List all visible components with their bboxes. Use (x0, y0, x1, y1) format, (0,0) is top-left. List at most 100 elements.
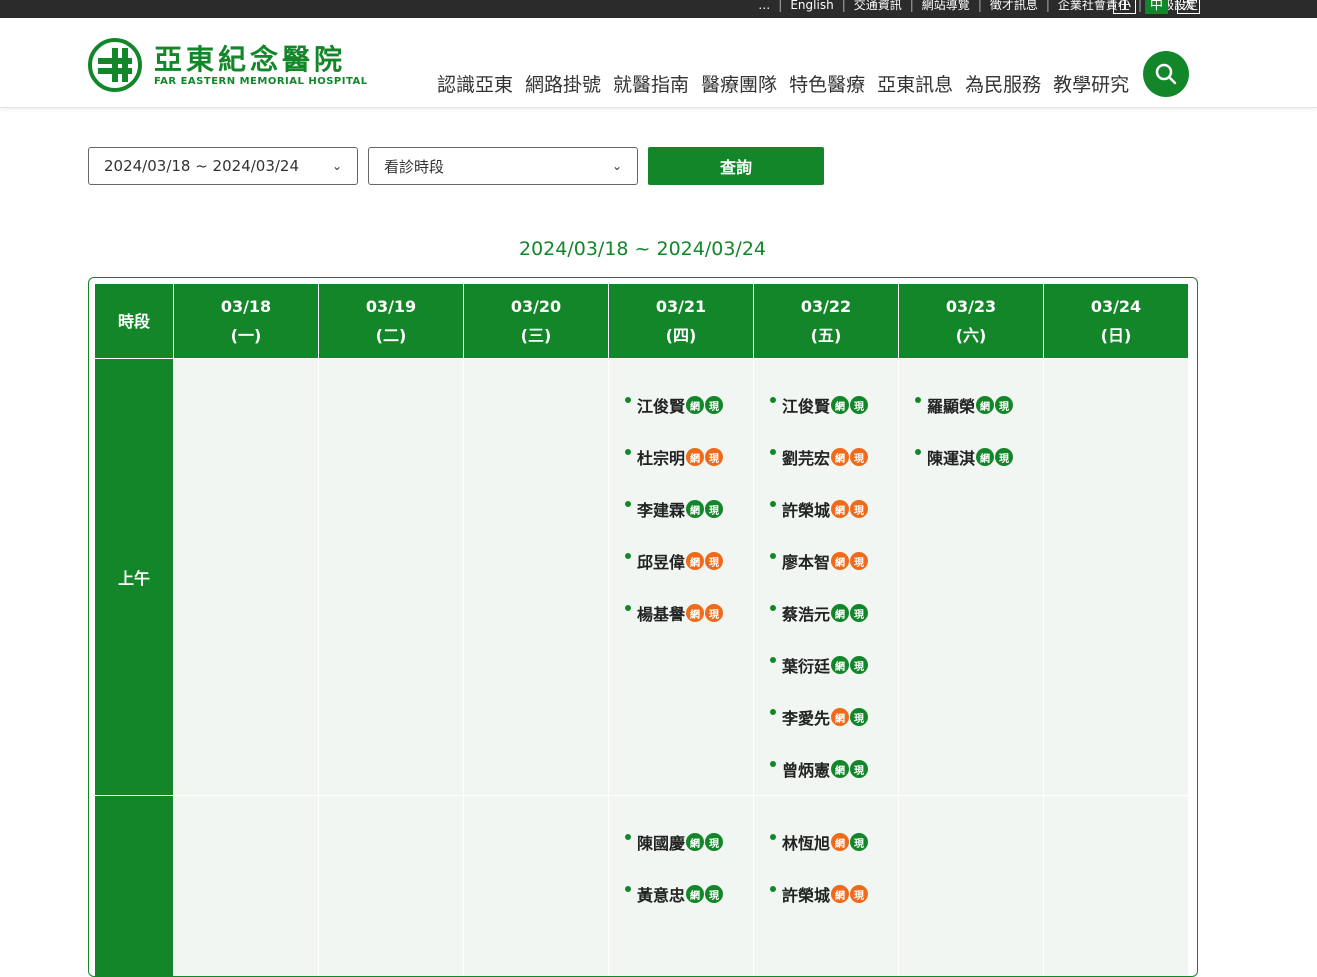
doctor-entry[interactable]: 蔡浩元網現 (770, 587, 898, 639)
nav-item[interactable]: 亞東訊息 (877, 70, 953, 97)
onsite-registration-badge[interactable]: 現 (995, 448, 1014, 466)
online-registration-badge[interactable]: 網 (831, 656, 850, 674)
nav-item[interactable]: 特色醫療 (789, 70, 865, 97)
doctor-name[interactable]: 許榮城 (782, 882, 830, 906)
onsite-registration-badge[interactable]: 現 (850, 885, 869, 903)
nav-item[interactable]: 為民服務 (965, 70, 1041, 97)
doctor-name[interactable]: 葉衍廷 (782, 653, 830, 677)
font-size-button[interactable]: 中 (1145, 0, 1168, 14)
doctor-entry[interactable]: 劉芫宏網現 (770, 431, 898, 483)
doctor-entry[interactable]: 葉衍廷網現 (770, 639, 898, 691)
onsite-registration-badge[interactable]: 現 (705, 500, 724, 518)
doctor-entry[interactable]: 江俊賢網現 (625, 379, 753, 431)
onsite-registration-badge[interactable]: 現 (850, 708, 869, 726)
doctor-entry[interactable]: 廖本智網現 (770, 535, 898, 587)
online-registration-badge[interactable]: 網 (686, 552, 705, 570)
doctor-entry[interactable]: 曾炳憲網現 (770, 743, 898, 795)
onsite-registration-badge[interactable]: 現 (705, 552, 724, 570)
doctor-entry[interactable]: 陳運淇網現 (915, 431, 1043, 483)
doctor-entry[interactable]: 陳國慶網現 (625, 816, 753, 868)
online-registration-badge[interactable]: 網 (831, 604, 850, 622)
search-button[interactable] (1143, 51, 1189, 97)
onsite-registration-badge[interactable]: 現 (850, 656, 869, 674)
doctor-entry[interactable]: 許榮城網現 (770, 868, 898, 920)
online-registration-badge[interactable]: 網 (831, 552, 850, 570)
doctor-name[interactable]: 劉芫宏 (782, 445, 830, 469)
doctor-name[interactable]: 曾炳憲 (782, 757, 830, 781)
online-registration-badge[interactable]: 網 (831, 833, 850, 851)
doctor-name[interactable]: 李建霖 (637, 497, 685, 521)
online-registration-badge[interactable]: 網 (831, 500, 850, 518)
online-registration-badge[interactable]: 網 (976, 396, 995, 414)
doctor-name[interactable]: 陳運淇 (927, 445, 975, 469)
onsite-registration-badge[interactable]: 現 (705, 833, 724, 851)
utility-link[interactable]: … (758, 0, 770, 12)
doctor-name[interactable]: 李愛先 (782, 705, 830, 729)
onsite-registration-badge[interactable]: 現 (850, 396, 869, 414)
doctor-name[interactable]: 蔡浩元 (782, 601, 830, 625)
utility-link[interactable]: English (790, 0, 833, 12)
utility-link[interactable]: 交通資訊 (854, 0, 902, 13)
period-select[interactable]: 看診時段 ⌄ (368, 147, 638, 185)
onsite-registration-badge[interactable]: 現 (995, 396, 1014, 414)
nav-item[interactable]: 教學研究 (1053, 70, 1129, 97)
doctor-entry[interactable]: 江俊賢網現 (770, 379, 898, 431)
online-registration-badge[interactable]: 網 (686, 396, 705, 414)
utility-link[interactable]: 徵才訊息 (990, 0, 1038, 13)
nav-item[interactable]: 醫療團隊 (701, 70, 777, 97)
doctor-name[interactable]: 杜宗明 (637, 445, 685, 469)
utility-link[interactable]: 網站導覽 (922, 0, 970, 13)
font-size-button[interactable]: 小 (1113, 0, 1136, 14)
doctor-name[interactable]: 黃意忠 (637, 882, 685, 906)
doctor-entry[interactable]: 許榮城網現 (770, 483, 898, 535)
doctor-entry[interactable]: 羅顯榮網現 (915, 379, 1043, 431)
onsite-registration-badge[interactable]: 現 (850, 833, 869, 851)
query-button[interactable]: 查詢 (648, 147, 824, 185)
doctor-name[interactable]: 廖本智 (782, 549, 830, 573)
doctor-name[interactable]: 江俊賢 (637, 393, 685, 417)
schedule-row: 陳國慶網現黃意忠網現林恆旭網現許榮城網現 (95, 796, 1188, 976)
onsite-registration-badge[interactable]: 現 (850, 500, 869, 518)
nav-item[interactable]: 認識亞東 (437, 70, 513, 97)
onsite-registration-badge[interactable]: 現 (705, 885, 724, 903)
doctor-name[interactable]: 楊基譽 (637, 601, 685, 625)
nav-item[interactable]: 網路掛號 (525, 70, 601, 97)
online-registration-badge[interactable]: 網 (831, 885, 850, 903)
doctor-entry[interactable]: 李建霖網現 (625, 483, 753, 535)
online-registration-badge[interactable]: 網 (831, 760, 850, 778)
hospital-logo[interactable]: 亞東紀念醫院 FAR EASTERN MEMORIAL HOSPITAL (88, 38, 368, 92)
day-weekday: (六) (955, 326, 987, 345)
online-registration-badge[interactable]: 網 (686, 604, 705, 622)
nav-item[interactable]: 就醫指南 (613, 70, 689, 97)
onsite-registration-badge[interactable]: 現 (850, 760, 869, 778)
doctor-name[interactable]: 陳國慶 (637, 830, 685, 854)
online-registration-badge[interactable]: 網 (831, 448, 850, 466)
doctor-entry[interactable]: 楊基譽網現 (625, 587, 753, 639)
onsite-registration-badge[interactable]: 現 (705, 448, 724, 466)
onsite-registration-badge[interactable]: 現 (850, 604, 869, 622)
onsite-registration-badge[interactable]: 現 (705, 396, 724, 414)
doctor-name[interactable]: 邱昱偉 (637, 549, 685, 573)
doctor-entry[interactable]: 杜宗明網現 (625, 431, 753, 483)
week-select[interactable]: 2024/03/18 ~ 2024/03/24 ⌄ (88, 147, 358, 185)
doctor-name[interactable]: 許榮城 (782, 497, 830, 521)
doctor-entry[interactable]: 黃意忠網現 (625, 868, 753, 920)
font-size-button[interactable]: 大 (1177, 0, 1200, 14)
online-registration-badge[interactable]: 網 (831, 708, 850, 726)
doctor-name[interactable]: 林恆旭 (782, 830, 830, 854)
online-registration-badge[interactable]: 網 (686, 833, 705, 851)
online-registration-badge[interactable]: 網 (686, 500, 705, 518)
online-registration-badge[interactable]: 網 (831, 396, 850, 414)
logo-english-name: FAR EASTERN MEMORIAL HOSPITAL (154, 75, 368, 87)
onsite-registration-badge[interactable]: 現 (705, 604, 724, 622)
doctor-entry[interactable]: 邱昱偉網現 (625, 535, 753, 587)
online-registration-badge[interactable]: 網 (686, 448, 705, 466)
online-registration-badge[interactable]: 網 (976, 448, 995, 466)
doctor-name[interactable]: 江俊賢 (782, 393, 830, 417)
onsite-registration-badge[interactable]: 現 (850, 448, 869, 466)
doctor-entry[interactable]: 李愛先網現 (770, 691, 898, 743)
doctor-entry[interactable]: 林恆旭網現 (770, 816, 898, 868)
online-registration-badge[interactable]: 網 (686, 885, 705, 903)
doctor-name[interactable]: 羅顯榮 (927, 393, 975, 417)
onsite-registration-badge[interactable]: 現 (850, 552, 869, 570)
